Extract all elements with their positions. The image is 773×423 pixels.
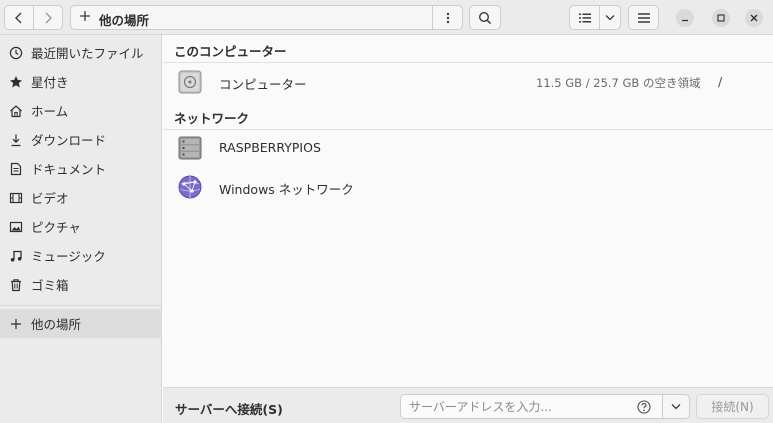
- search-icon: [478, 11, 492, 24]
- view-options-button[interactable]: [599, 5, 621, 30]
- close-button[interactable]: [745, 9, 763, 27]
- sidebar-item-label: ミュージック: [31, 249, 106, 264]
- header-bar: 他の場所: [0, 0, 773, 35]
- location-bar[interactable]: 他の場所: [70, 5, 463, 30]
- location-row-windows-network[interactable]: Windows ネットワーク: [163, 169, 773, 205]
- search-button[interactable]: [469, 5, 501, 30]
- recent-servers-dropdown[interactable]: [662, 394, 690, 419]
- location-row-raspberrypios[interactable]: RASPBERRYPIOS: [163, 130, 773, 166]
- section-heading-this-computer: このコンピューター: [174, 44, 287, 59]
- plus-icon: [79, 10, 91, 25]
- minimize-button[interactable]: [676, 9, 694, 27]
- maximize-button[interactable]: [712, 9, 730, 27]
- hard-drive-icon: [177, 70, 203, 94]
- location-name: コンピューター: [219, 77, 307, 92]
- sidebar-item-label: 最近開いたファイル: [31, 46, 144, 61]
- sidebar-item-music[interactable]: ミュージック: [0, 241, 162, 270]
- clock-icon: [8, 45, 24, 61]
- connect-to-server-label: サーバーへ接続(S): [175, 402, 283, 417]
- home-icon: [8, 103, 24, 119]
- maximize-icon: [717, 14, 725, 22]
- sidebar-item-label: ゴミ箱: [31, 278, 69, 293]
- sidebar-item-label: ダウンロード: [31, 133, 107, 148]
- list-view-icon: [578, 13, 591, 22]
- location-name: RASPBERRYPIOS: [219, 140, 321, 155]
- forward-button[interactable]: [33, 5, 63, 30]
- video-icon: [8, 190, 24, 206]
- other-locations-view: このコンピューター コンピューター 11.5 GB / 25.7 GB の空き領…: [163, 35, 773, 387]
- location-name: Windows ネットワーク: [219, 182, 354, 197]
- sidebar-item-label: 星付き: [31, 75, 69, 90]
- connect-to-server-bar: サーバーへ接続(S) 接続(N): [163, 387, 773, 423]
- plus-icon: [8, 316, 24, 332]
- help-icon[interactable]: [637, 400, 651, 414]
- star-icon: [8, 74, 24, 90]
- sidebar-item-label: 他の場所: [31, 317, 82, 332]
- sidebar-item-pictures[interactable]: ピクチャ: [0, 212, 162, 241]
- connect-button[interactable]: 接続(N): [696, 394, 769, 419]
- sidebar-item-label: ドキュメント: [31, 162, 107, 177]
- sidebar-item-recent[interactable]: 最近開いたファイル: [0, 38, 162, 67]
- mount-point: /: [718, 74, 723, 89]
- section-heading-network: ネットワーク: [174, 111, 250, 126]
- sidebar-item-label: ビデオ: [31, 191, 69, 206]
- sidebar-item-other-locations[interactable]: 他の場所: [0, 309, 162, 338]
- download-icon: [8, 132, 24, 148]
- sidebar-item-documents[interactable]: ドキュメント: [0, 154, 162, 183]
- document-icon: [8, 161, 24, 177]
- sidebar-item-home[interactable]: ホーム: [0, 96, 162, 125]
- music-icon: [8, 248, 24, 264]
- network-globe-icon: [177, 175, 203, 199]
- minimize-icon: [682, 19, 688, 22]
- location-menu-button[interactable]: [432, 6, 462, 29]
- chevron-down-icon: [671, 404, 681, 410]
- sidebar-item-starred[interactable]: 星付き: [0, 67, 162, 96]
- sidebar: 最近開いたファイル 星付き ホーム ダウンロード ドキュメント ビデオ ピクチャ…: [0, 35, 162, 423]
- sidebar-divider: [0, 305, 162, 306]
- location-row-computer[interactable]: コンピューター 11.5 GB / 25.7 GB の空き領域 /: [163, 64, 773, 100]
- sidebar-item-trash[interactable]: ゴミ箱: [0, 270, 162, 299]
- network-server-icon: [177, 136, 203, 160]
- close-icon: [750, 14, 758, 22]
- main-menu-button[interactable]: [628, 5, 659, 30]
- chevron-left-icon: [15, 12, 22, 23]
- server-address-input[interactable]: [400, 394, 663, 419]
- disk-space-info: 11.5 GB / 25.7 GB の空き領域: [536, 76, 701, 90]
- back-button[interactable]: [4, 5, 34, 30]
- chevron-right-icon: [45, 12, 52, 23]
- chevron-down-icon: [605, 15, 615, 21]
- sidebar-item-downloads[interactable]: ダウンロード: [0, 125, 162, 154]
- sidebar-item-label: ホーム: [31, 104, 69, 119]
- list-view-button[interactable]: [569, 5, 600, 30]
- sidebar-item-videos[interactable]: ビデオ: [0, 183, 162, 212]
- trash-icon: [8, 277, 24, 293]
- hamburger-icon: [637, 12, 650, 23]
- picture-icon: [8, 219, 24, 235]
- vertical-dots-icon: [446, 12, 449, 23]
- location-label: 他の場所: [99, 13, 150, 28]
- section-divider: [163, 62, 773, 63]
- sidebar-item-label: ピクチャ: [31, 220, 81, 235]
